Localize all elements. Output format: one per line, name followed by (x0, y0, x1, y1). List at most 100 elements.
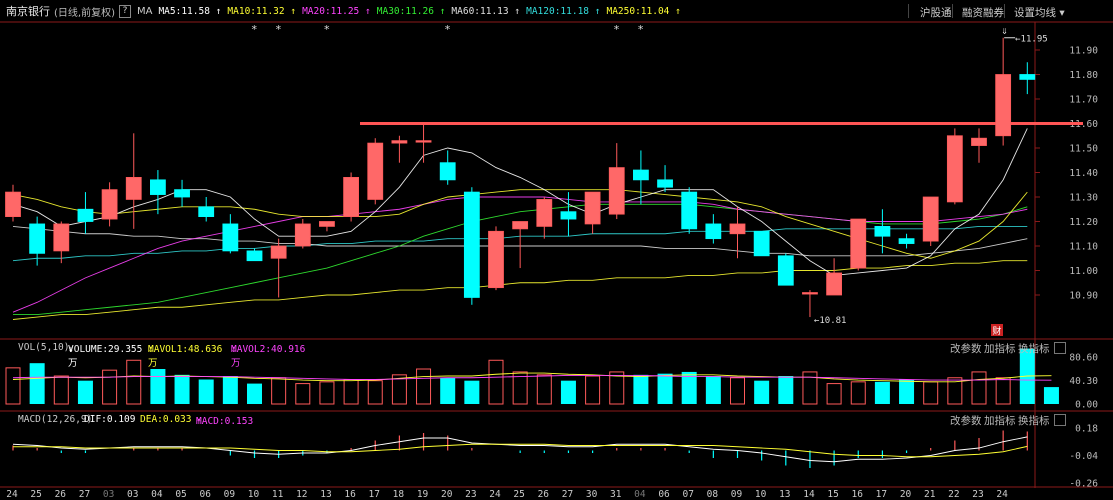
price-axis-label: 11.20 (1069, 217, 1098, 228)
volume-bar (198, 379, 214, 404)
vol-close-icon[interactable] (1054, 342, 1066, 354)
candle-body (584, 191, 601, 225)
candle-body (826, 272, 842, 296)
candle-body (922, 196, 939, 242)
candle-body (850, 218, 867, 269)
candle-body (512, 221, 529, 230)
dif-line (12, 436, 1028, 463)
star-marker: * (276, 23, 282, 36)
date-axis-label: 26 (538, 489, 550, 500)
date-axis-label: 21 (924, 489, 936, 500)
volume-axis-label: 40.30 (1069, 376, 1098, 387)
candle-body (705, 223, 722, 240)
candle-body (149, 179, 166, 195)
date-axis-label: 30 (586, 489, 598, 500)
volume-bar (633, 374, 649, 404)
candle-body (77, 208, 94, 222)
dea-value: DEA:0.033 (140, 414, 192, 425)
candle-body (681, 191, 698, 230)
date-axis-label: 23 (465, 489, 476, 500)
price-axis-label: 10.90 (1069, 291, 1098, 302)
volume-bar (416, 368, 432, 405)
date-axis-label: 10 (755, 489, 767, 500)
star-marker: * (252, 23, 258, 36)
volume-bar (899, 379, 915, 404)
macd-panel-header: MACD(12,26,9) DIF:0.109 DEA:0.033 MACD:0… (0, 412, 1113, 428)
candle-body (729, 223, 746, 235)
volume-bar (826, 383, 842, 405)
candle-body (270, 245, 287, 259)
volume-bar (29, 363, 45, 404)
volume-bar (730, 377, 745, 405)
volume-bar (778, 376, 794, 404)
candle-body (222, 223, 239, 252)
date-axis-label: 26 (55, 489, 67, 500)
candle-body (415, 140, 432, 143)
date-axis-label: 27 (562, 489, 573, 500)
volume-bar (536, 374, 552, 405)
price-axis-label: 11.30 (1069, 193, 1098, 204)
date-axis-label: 07 (682, 489, 693, 500)
price-axis-label: 11.00 (1069, 266, 1098, 277)
date-axis-label: 18 (393, 489, 405, 500)
macd-close-icon[interactable] (1054, 414, 1066, 426)
volume-bar (271, 377, 287, 405)
vol-label[interactable]: VOL(5,10) (18, 342, 69, 353)
date-axis-label: 20 (441, 489, 453, 500)
volume-bar (995, 377, 1011, 405)
volume-bar (102, 369, 118, 405)
macd-add-indicator-button[interactable]: 加指标 (984, 413, 1016, 428)
volume-bar (874, 381, 890, 404)
candle-body (29, 223, 46, 254)
vol-add-indicator-button[interactable]: 加指标 (984, 341, 1016, 356)
date-axis-label: 04 (151, 489, 163, 500)
macd-change-params-button[interactable]: 改参数 (950, 413, 982, 428)
candle-body (343, 176, 360, 217)
date-axis-label: 13 (779, 489, 790, 500)
date-axis-label: 03 (103, 489, 114, 500)
volume-bar (174, 374, 190, 404)
candle-body (367, 142, 384, 200)
date-axis-label: 03 (127, 489, 138, 500)
date-axis-label: 31 (610, 489, 622, 500)
volume-bar (440, 377, 456, 404)
date-axis-label: 13 (320, 489, 331, 500)
macd-label[interactable]: MACD(12,26,9) (18, 414, 92, 425)
date-axis-label: 06 (658, 489, 670, 500)
volume-bar (343, 379, 359, 405)
volume-bar (609, 371, 625, 405)
date-axis-label: 24 (489, 489, 501, 500)
volume-bar (150, 369, 166, 404)
volume-bar (705, 376, 721, 404)
date-axis-label: 20 (900, 489, 912, 500)
vol-change-params-button[interactable]: 改参数 (950, 341, 982, 356)
candle-body (463, 191, 480, 298)
candle-body (802, 292, 818, 295)
date-axis-label: 16 (852, 489, 864, 500)
date-axis-label: 25 (513, 489, 524, 500)
star-marker: * (614, 23, 620, 36)
volume-bar (247, 383, 262, 404)
candle-body (608, 167, 625, 215)
price-axis-label: 11.90 (1069, 46, 1098, 57)
price-axis-label: 11.80 (1069, 70, 1098, 81)
date-axis-label: 14 (803, 489, 815, 500)
candle-body (391, 140, 408, 144)
candle-body (777, 255, 794, 286)
volume-bar (77, 380, 93, 404)
date-axis-label: 11 (272, 489, 284, 500)
date-axis-label: 12 (296, 489, 307, 500)
dif-value: DIF:0.109 (84, 414, 136, 425)
volume-bar (560, 380, 576, 404)
high-annotation: ←11.95 (1015, 34, 1048, 44)
finance-badge-label: 财 (993, 325, 1002, 337)
date-axis-label: 22 (948, 489, 959, 500)
candle-body (946, 135, 963, 203)
candle-body (1019, 74, 1036, 80)
volume-bar (295, 383, 311, 405)
vol-swap-indicator-button[interactable]: 换指标 (1018, 341, 1050, 356)
volume-bar (850, 381, 866, 405)
volume-bar (367, 380, 383, 405)
macd-swap-indicator-button[interactable]: 换指标 (1018, 413, 1050, 428)
candle-body (874, 225, 891, 237)
